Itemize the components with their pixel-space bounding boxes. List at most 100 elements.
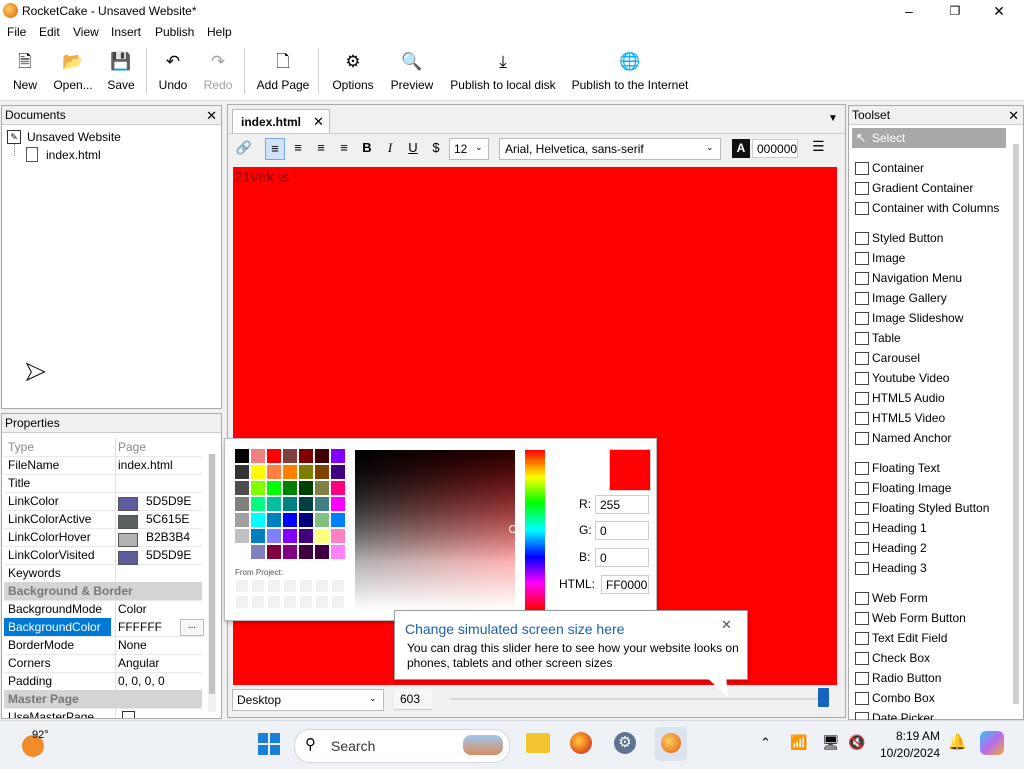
clock-time[interactable]: 8:19 AM [896,729,940,743]
screen-size-slider-handle[interactable] [818,688,829,707]
palette-swatch[interactable] [315,529,329,543]
palette-swatch[interactable] [299,529,313,543]
tool-gradient-container[interactable]: Gradient Container [852,178,1010,198]
menu-file[interactable]: File [7,25,26,39]
tab-dropdown-icon[interactable]: ▼ [828,113,838,124]
palette-swatch[interactable] [283,449,297,463]
palette-swatch[interactable] [283,529,297,543]
use-master-page-checkbox[interactable] [122,711,135,718]
add-page-button[interactable]: 🗋 Add Page [252,48,314,98]
palette-swatch[interactable] [315,545,329,559]
palette-swatch[interactable] [331,449,345,463]
tool-radio-button[interactable]: Radio Button [852,668,1010,688]
tool-web-form-button[interactable]: Web Form Button [852,608,1010,628]
project-color-slot[interactable] [283,595,297,609]
notification-bell-icon[interactable]: 🔔 [948,733,967,751]
options-button[interactable]: ⚙ Options [326,48,380,98]
palette-swatch[interactable] [251,545,265,559]
canvas-text[interactable]: 21vek is [234,169,289,186]
tab-index-html[interactable]: index.html ✕ [232,109,330,134]
palette-swatch[interactable] [283,465,297,479]
project-color-slot[interactable] [251,595,265,609]
italic-button[interactable]: I [381,138,399,158]
maximize-button[interactable]: ❐ [932,0,978,22]
tool-select[interactable]: ↖ Select [852,128,1006,148]
tool-table[interactable]: Table [852,328,1010,348]
tooltip-close-icon[interactable]: ✕ [721,617,732,633]
palette-swatch[interactable] [283,481,297,495]
menu-view[interactable]: View [73,25,99,39]
palette-swatch[interactable] [267,449,281,463]
width-field[interactable]: 603 [394,689,432,710]
align-right-button[interactable]: ≡ [312,138,330,158]
palette-swatch[interactable] [235,513,249,527]
property-value[interactable]: index.html [118,458,173,472]
palette-swatch[interactable] [331,513,345,527]
palette-swatch[interactable] [283,513,297,527]
tool-named-anchor[interactable]: Named Anchor [852,428,1010,448]
firefox-icon[interactable] [570,732,592,754]
palette-swatch[interactable] [267,481,281,495]
chevron-up-icon[interactable]: ⌃ [760,735,771,751]
undo-button[interactable]: ↶ Undo [154,48,192,98]
tool-heading-3[interactable]: Heading 3 [852,558,1010,578]
tool-floating-text[interactable]: Floating Text [852,458,1010,478]
project-color-slot[interactable] [267,595,281,609]
display-icon[interactable]: 🖥 [822,734,840,751]
palette-swatch[interactable] [315,449,329,463]
tool-text-edit-field[interactable]: Text Edit Field [852,628,1010,648]
publish-internet-button[interactable]: 🌐 Publish to the Internet [568,48,692,98]
tool-heading-2[interactable]: Heading 2 [852,538,1010,558]
file-explorer-icon[interactable] [526,733,550,753]
copilot-icon[interactable] [980,731,1004,755]
tool-carousel[interactable]: Carousel [852,348,1010,368]
tool-check-box[interactable]: Check Box [852,648,1010,668]
palette-swatch[interactable] [267,529,281,543]
palette-swatch[interactable] [283,545,297,559]
property-row[interactable]: LinkColorVisited 5D5D9E [4,546,202,565]
property-row[interactable]: Padding 0, 0, 0, 0 [4,672,202,691]
menu-help[interactable]: Help [207,25,232,39]
palette-swatch[interactable] [331,465,345,479]
property-value[interactable]: B2B3B4 [118,530,190,547]
property-row[interactable]: BackgroundColor FFFFFF... [4,618,204,637]
project-color-slot[interactable] [299,595,313,609]
properties-scrollbar[interactable] [208,454,216,712]
palette-swatch[interactable] [299,481,313,495]
palette-swatch[interactable] [315,497,329,511]
windows-start-icon[interactable] [258,733,280,755]
r-input[interactable]: 255 [595,495,649,514]
browse-color-button[interactable]: ... [180,619,204,636]
properties-scroll-thumb[interactable] [209,454,215,694]
project-color-slot[interactable] [315,579,329,593]
tool-heading-1[interactable]: Heading 1 [852,518,1010,538]
redo-button[interactable]: ↷ Redo [199,48,237,98]
project-color-slot[interactable] [315,595,329,609]
palette-swatch[interactable] [235,545,249,559]
palette-swatch[interactable] [299,513,313,527]
property-value[interactable]: FFFFFF [118,620,162,634]
palette-swatch[interactable] [315,513,329,527]
tool-html5-audio[interactable]: HTML5 Audio [852,388,1010,408]
tool-container-with-columns[interactable]: Container with Columns [852,198,1010,218]
palette-swatch[interactable] [251,449,265,463]
project-color-slot[interactable] [299,579,313,593]
palette-swatch[interactable] [251,465,265,479]
property-value[interactable]: Color [118,602,147,616]
property-value[interactable]: None [118,638,147,652]
property-row[interactable]: Keywords [4,564,202,583]
palette-swatch[interactable] [299,449,313,463]
property-row[interactable]: BackgroundMode Color [4,600,202,619]
project-color-slot[interactable] [267,579,281,593]
minimize-button[interactable]: – [886,0,932,22]
palette-swatch[interactable] [235,465,249,479]
tool-image-slideshow[interactable]: Image Slideshow [852,308,1010,328]
project-color-slot[interactable] [331,579,345,593]
weather-temp[interactable]: 92° [32,729,49,741]
property-row[interactable]: Title [4,474,202,493]
palette-swatch[interactable] [235,449,249,463]
underline-button[interactable]: U [404,138,422,158]
palette-swatch[interactable] [299,497,313,511]
font-family-select[interactable]: Arial, Helvetica, sans-serif ⌄ [499,138,721,160]
tool-html5-video[interactable]: HTML5 Video [852,408,1010,428]
